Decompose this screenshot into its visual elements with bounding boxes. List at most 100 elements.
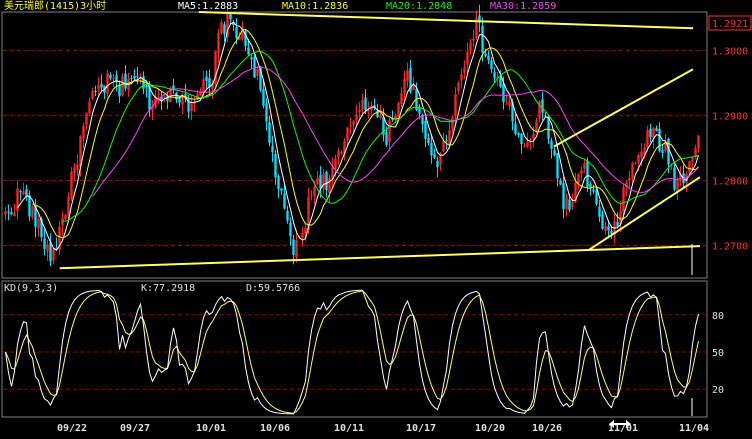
price-tick-label: 1.2700 (712, 241, 748, 252)
candle-body (595, 190, 598, 205)
candle-body (490, 60, 493, 70)
candle-body (364, 97, 367, 111)
candle-body (451, 117, 454, 131)
kd-title: KD(9,3,3) (4, 283, 58, 294)
candle-body (310, 195, 313, 197)
candle-body (598, 206, 601, 217)
candle-body (607, 226, 610, 231)
x-tick-label: 09/22 (57, 423, 87, 434)
candle-body (118, 84, 121, 97)
ma30-label: MA30:1.2859 (490, 1, 556, 12)
candle-body (325, 171, 328, 191)
candle-body (550, 140, 553, 149)
candle-body (667, 138, 670, 165)
candle-body (43, 238, 46, 249)
candle-body (622, 187, 625, 213)
candle-body (334, 158, 337, 169)
candle-body (454, 93, 457, 117)
candle-body (430, 143, 433, 156)
candle-body (136, 75, 139, 77)
candle-body (265, 103, 268, 122)
candle-body (124, 73, 127, 89)
candle-body (106, 73, 109, 94)
candle-body (379, 114, 382, 119)
candle-body (178, 97, 181, 103)
candle-body (349, 125, 352, 127)
candle-body (553, 150, 556, 156)
candle-body (130, 77, 133, 79)
candle-body (31, 206, 34, 218)
candle-body (658, 128, 661, 152)
candle-body (676, 180, 679, 192)
candle-body (64, 214, 67, 220)
candle-body (85, 112, 88, 125)
candle-body (70, 171, 73, 199)
candle-body (442, 141, 445, 152)
candle-body (157, 93, 160, 95)
candle-body (481, 25, 484, 53)
candle-body (271, 145, 274, 153)
price-tick-label: 1.2900 (712, 111, 748, 122)
candle-body (583, 163, 586, 169)
candle-body (13, 212, 16, 217)
candle-body (133, 76, 136, 79)
candle-body (532, 134, 535, 139)
candle-body (289, 222, 292, 237)
candle-body (427, 137, 430, 144)
candle-body (586, 161, 589, 187)
candle-body (205, 76, 208, 81)
candle-body (190, 102, 193, 112)
candle-body (220, 22, 223, 34)
candle-body (202, 79, 205, 93)
candle-body (97, 85, 100, 89)
candle-body (358, 110, 361, 113)
candle-body (499, 77, 502, 87)
candle-body (88, 101, 91, 114)
candle-body (397, 103, 400, 118)
candle-body (523, 145, 526, 147)
candle-body (4, 211, 7, 215)
candle-body (493, 71, 496, 79)
x-tick-label: 10/06 (260, 423, 290, 434)
candle-body (691, 157, 694, 162)
candle-body (145, 85, 148, 88)
candle-body (67, 196, 70, 216)
candle-body (634, 162, 637, 164)
kd-d-value: D:59.5766 (246, 283, 300, 294)
candle-body (649, 128, 652, 138)
x-tick-label: 10/20 (475, 423, 505, 434)
candle-body (445, 139, 448, 142)
candle-body (100, 83, 103, 88)
candle-body (247, 47, 250, 55)
candle-body (520, 133, 523, 145)
candle-body (25, 189, 28, 196)
price-tick-label: 1.2800 (712, 176, 748, 187)
candle-body (286, 210, 289, 221)
candle-body (571, 202, 574, 208)
candle-body (112, 77, 115, 79)
candle-body (463, 67, 466, 74)
candle-body (7, 211, 10, 213)
candle-body (556, 153, 559, 179)
candle-body (541, 99, 544, 113)
candle-body (640, 151, 643, 158)
candle-body (328, 177, 331, 194)
candle-body (448, 130, 451, 145)
candle-body (295, 239, 298, 258)
candle-body (37, 218, 40, 229)
candle-body (568, 199, 571, 211)
candle-body (403, 78, 406, 94)
candle-body (559, 180, 562, 185)
candle-body (460, 74, 463, 81)
candle-body (577, 173, 580, 184)
candle-body (76, 164, 79, 170)
kd-tick-label: 80 (712, 311, 724, 322)
stock-chart: 1.2921 1.3000 1.2900 1.2800 1.2700 80 50 20 09… (0, 0, 752, 439)
candle-body (502, 83, 505, 103)
candle-body (109, 74, 112, 79)
candle-body (385, 132, 388, 146)
candle-body (604, 226, 607, 232)
candle-body (406, 70, 409, 82)
candle-body (340, 151, 343, 154)
candle-body (22, 191, 25, 195)
